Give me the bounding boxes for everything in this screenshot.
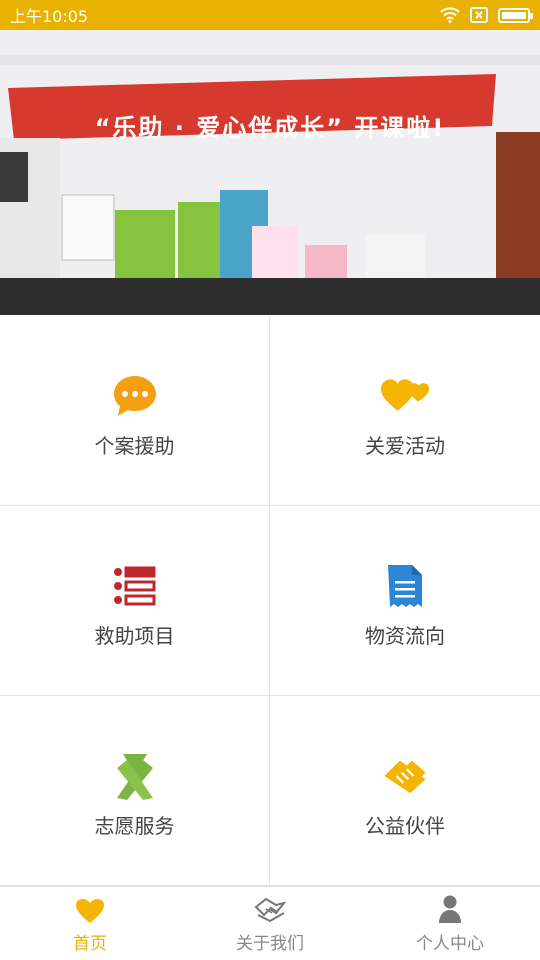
tab-profile[interactable]: 个人中心 <box>360 887 540 960</box>
status-bar: 上午10:05 <box>0 0 540 30</box>
grid-item-label: 关爱活动 <box>365 434 445 458</box>
grid-item-volunteer-service[interactable]: 志愿服务 <box>0 696 270 886</box>
banner-photo <box>0 30 540 315</box>
person-icon <box>438 893 462 923</box>
grid-item-care-activities[interactable]: 关爱活动 <box>270 316 540 506</box>
grid-item-label: 公益伙伴 <box>365 814 445 838</box>
status-time: 上午10:05 <box>10 7 89 26</box>
bottom-tab-bar: 首页 关于我们 个人中心 <box>0 886 540 960</box>
chat-bubble-icon <box>111 372 159 420</box>
grid-item-label: 个案援助 <box>94 434 175 458</box>
handshake-icon <box>381 752 429 800</box>
sim-icon <box>470 7 488 23</box>
tab-home[interactable]: 首页 <box>0 887 180 960</box>
grid-item-label: 志愿服务 <box>94 814 175 838</box>
document-icon <box>381 562 429 610</box>
wifi-icon <box>440 7 460 23</box>
battery-icon <box>498 7 533 23</box>
tab-label: 首页 <box>73 934 107 954</box>
tab-label: 关于我们 <box>236 934 304 954</box>
list-icon <box>111 562 159 610</box>
status-icons <box>440 7 533 23</box>
grid-item-case-assistance[interactable]: 个案援助 <box>0 316 270 506</box>
tab-about-us[interactable]: 关于我们 <box>180 887 360 960</box>
grid-item-label: 救助项目 <box>94 624 175 648</box>
grid-item-material-flow[interactable]: 物资流向 <box>270 506 540 696</box>
grid-item-partners[interactable]: 公益伙伴 <box>270 696 540 886</box>
banner-carousel[interactable]: “乐助 · 爱心伴成长” 开课啦! <box>0 30 540 315</box>
tab-label: 个人中心 <box>416 934 484 954</box>
ribbon-icon <box>111 752 159 800</box>
grid-item-label: 物资流向 <box>365 624 445 648</box>
grid-item-rescue-projects[interactable]: 救助项目 <box>0 506 270 696</box>
hands-icon <box>254 893 286 923</box>
banner-headline: “乐助 · 爱心伴成长” 开课啦! <box>94 114 446 142</box>
hearts-icon <box>381 372 429 420</box>
heart-icon <box>76 893 104 923</box>
feature-grid: 个案援助 关爱活动 救助项目 物资流向 志愿服务 公益伙伴 <box>0 316 540 886</box>
